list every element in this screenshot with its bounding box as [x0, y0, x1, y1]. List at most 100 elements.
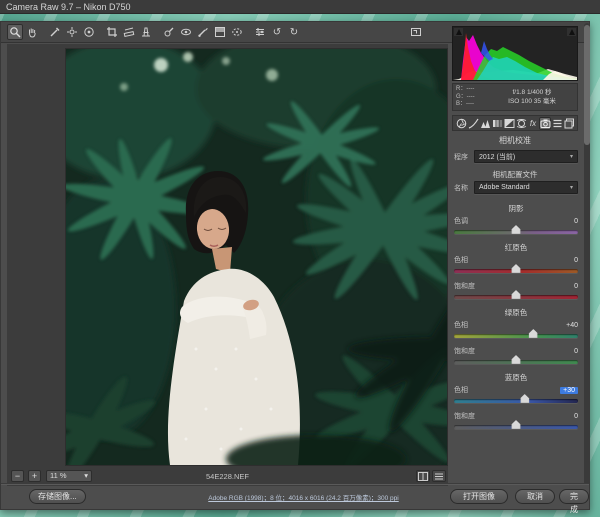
chevron-down-icon: ▾ [570, 153, 573, 160]
detail-tab-icon[interactable] [479, 117, 491, 130]
basic-tab-icon[interactable] [455, 117, 467, 130]
color-sampler-icon[interactable] [64, 24, 80, 40]
effects-fx-tab-icon[interactable]: fx [527, 117, 539, 130]
slider-label: 色相 [454, 320, 468, 330]
slider-row: 饱和度 0 [454, 346, 578, 356]
crop-tool-icon[interactable] [104, 24, 120, 40]
slider-label: 饱和度 [454, 346, 475, 356]
histogram-plot [453, 27, 577, 80]
slider-row: 饱和度 0 [454, 411, 578, 421]
slider-label: 色相 [454, 255, 468, 265]
split-toning-tab-icon[interactable] [503, 117, 515, 130]
filename-label: 54E228.NEF [7, 472, 448, 481]
slider-thumb[interactable] [512, 290, 521, 299]
profile-name-label: 名称 [454, 183, 474, 193]
exposure-readout: f/1.8 1/400 秒 ISO 100 35 毫米 [487, 84, 577, 110]
preview-settings-icon[interactable] [432, 470, 446, 482]
shadow-clipping-indicator[interactable] [454, 28, 463, 36]
slider-row: 色相 +40 [454, 320, 578, 330]
shadow-tint-slider[interactable] [454, 230, 578, 234]
straighten-tool-icon[interactable] [121, 24, 137, 40]
section-title-shadows: 阴影 [454, 203, 578, 214]
process-label: 程序 [454, 152, 474, 162]
section-title-green-primary: 绿原色 [454, 307, 578, 318]
snapshots-tab-icon[interactable] [563, 117, 575, 130]
chevron-down-icon: ▾ [570, 184, 573, 191]
process-version-value: 2012 (当前) [479, 152, 515, 162]
slider-value-field[interactable]: 0 [574, 348, 578, 355]
photo-preview[interactable] [66, 49, 447, 465]
process-version-row: 程序 2012 (当前) ▾ [454, 150, 578, 163]
slider-thumb[interactable] [529, 329, 538, 338]
calibration-sliders: 阴影 色调 0 红原色 色相 0 饱和度 [454, 199, 578, 437]
transform-tool-icon[interactable] [138, 24, 154, 40]
process-version-dropdown[interactable]: 2012 (当前) ▾ [474, 150, 578, 163]
slider-thumb[interactable] [512, 264, 521, 273]
panel-title: 相机校准 [450, 135, 580, 146]
camera-raw-dialog: ↺ ↻ [0, 21, 590, 510]
zoom-tool-icon[interactable] [7, 24, 23, 40]
slider-label: 色相 [454, 385, 468, 395]
red-hue-slider[interactable] [454, 269, 578, 273]
workflow-options-link[interactable]: Adobe RGB (1998)；8 位；4016 x 6016 (24.2 百… [161, 492, 446, 502]
dialog-footer: 存储图像... Adobe RGB (1998)；8 位；4016 x 6016… [1, 483, 589, 509]
profile-name-row: 名称 Adobe Standard ▾ [454, 181, 578, 194]
slider-label: 饱和度 [454, 281, 475, 291]
desktop: Camera Raw 9.7 – Nikon D750 [0, 0, 600, 517]
highlight-clipping-indicator[interactable] [567, 28, 576, 36]
red-eye-icon[interactable] [178, 24, 194, 40]
hsl-grayscale-tab-icon[interactable] [491, 117, 503, 130]
tone-curve-tab-icon[interactable] [467, 117, 479, 130]
cancel-button[interactable]: 取消 [515, 489, 555, 504]
preview-split-toggle-icon[interactable] [416, 470, 430, 482]
panel-scrollbar[interactable] [584, 23, 590, 485]
iso-focal-label: ISO 100 35 毫米 [487, 97, 577, 106]
graduated-filter-icon[interactable] [212, 24, 228, 40]
window-title: Camera Raw 9.7 – Nikon D750 [6, 2, 131, 12]
slider-value-field[interactable]: 0 [574, 413, 578, 420]
rotate-left-icon[interactable]: ↺ [269, 24, 285, 40]
green-saturation-slider[interactable] [454, 360, 578, 364]
red-saturation-slider[interactable] [454, 295, 578, 299]
slider-value-field[interactable]: +40 [566, 322, 578, 329]
panel-tab-strip: fx [452, 115, 578, 131]
scrollbar-thumb[interactable] [584, 25, 590, 145]
exif-info-box: R：---- G：---- B：---- f/1.8 1/400 秒 ISO 1… [452, 83, 578, 111]
fullscreen-toggle-icon[interactable] [408, 24, 424, 40]
save-image-button[interactable]: 存储图像... [29, 489, 86, 504]
camera-calibration-tab-icon[interactable] [539, 117, 551, 130]
slider-thumb[interactable] [512, 355, 521, 364]
hand-tool-icon[interactable] [24, 24, 40, 40]
slider-thumb[interactable] [512, 420, 521, 429]
slider-row: 饱和度 0 [454, 281, 578, 291]
open-preferences-icon[interactable] [252, 24, 268, 40]
window-title-bar[interactable]: Camera Raw 9.7 – Nikon D750 [0, 0, 600, 14]
profile-name-dropdown[interactable]: Adobe Standard ▾ [474, 181, 578, 194]
white-balance-eyedropper-icon[interactable] [47, 24, 63, 40]
slider-value-field[interactable]: 0 [574, 283, 578, 290]
rgb-readout: R：---- G：---- B：---- [453, 84, 487, 110]
slider-value-field[interactable]: 0 [574, 218, 578, 225]
adjustment-brush-icon[interactable] [195, 24, 211, 40]
slider-value-field-selected[interactable]: +30 [560, 387, 578, 394]
slider-thumb[interactable] [512, 225, 521, 234]
spot-removal-icon[interactable] [161, 24, 177, 40]
slider-value-field[interactable]: 0 [574, 257, 578, 264]
done-button[interactable]: 完成 [559, 489, 589, 504]
open-image-button[interactable]: 打开图像 [450, 489, 508, 504]
radial-filter-icon[interactable] [229, 24, 245, 40]
profile-name-value: Adobe Standard [479, 184, 530, 191]
slider-row: 色相 +30 [454, 385, 578, 395]
slider-thumb[interactable] [520, 394, 529, 403]
preview-controls [416, 470, 446, 482]
rotate-right-icon[interactable]: ↻ [286, 24, 302, 40]
lens-corrections-tab-icon[interactable] [515, 117, 527, 130]
green-hue-slider[interactable] [454, 334, 578, 338]
targeted-adjustment-icon[interactable] [81, 24, 97, 40]
slider-label: 饱和度 [454, 411, 475, 421]
aperture-shutter-label: f/1.8 1/400 秒 [487, 88, 577, 97]
presets-tab-icon[interactable] [551, 117, 563, 130]
blue-hue-slider[interactable] [454, 399, 578, 403]
histogram [452, 26, 578, 81]
blue-saturation-slider[interactable] [454, 425, 578, 429]
